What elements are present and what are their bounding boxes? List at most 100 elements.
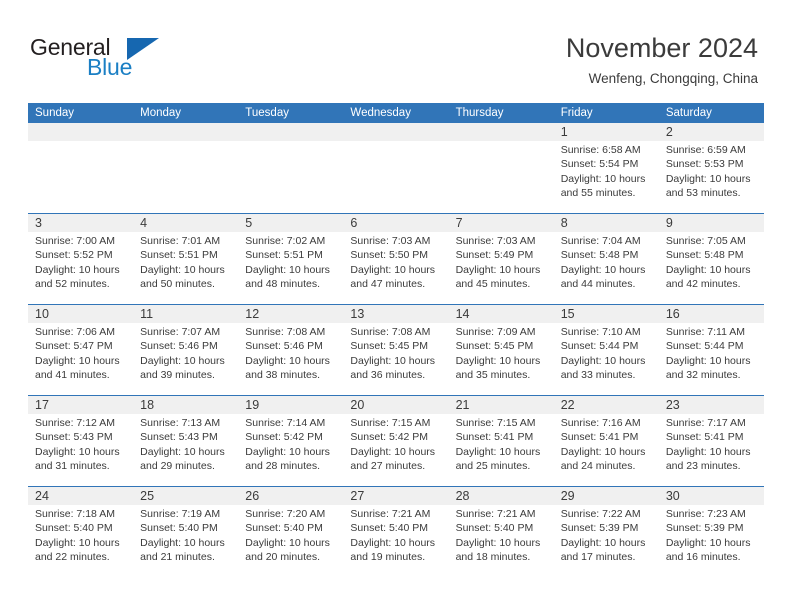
day-number: 18 [140, 398, 155, 412]
day-cell[interactable]: 21 Sunrise: 7:15 AM Sunset: 5:41 PM Dayligh… [449, 396, 554, 486]
sunset-text: Sunset: 5:45 PM [455, 340, 534, 353]
day-cell[interactable]: 3 Sunrise: 7:00 AM Sunset: 5:52 PM Daylight… [28, 214, 133, 304]
week-cells: 24 Sunrise: 7:18 AM Sunset: 5:40 PM Dayligh… [28, 487, 764, 577]
general-blue-logo[interactable]: General Blue [30, 34, 210, 86]
daylight-text-line2: and 36 minutes. [350, 369, 426, 382]
day-cell[interactable]: 12 Sunrise: 7:08 AM Sunset: 5:46 PM Dayligh… [238, 305, 343, 395]
day-cell[interactable]: 25 Sunrise: 7:19 AM Sunset: 5:40 PM Dayligh… [133, 487, 238, 577]
day-cell[interactable]: 23 Sunrise: 7:17 AM Sunset: 5:41 PM Dayligh… [659, 396, 764, 486]
sunrise-text: Sunrise: 7:20 AM [245, 508, 326, 520]
day-cell[interactable]: 20 Sunrise: 7:15 AM Sunset: 5:42 PM Dayligh… [343, 396, 448, 486]
sunrise-text: Sunrise: 6:58 AM [560, 144, 641, 156]
day-number: 19 [245, 398, 260, 412]
day-cell[interactable]: 26 Sunrise: 7:20 AM Sunset: 5:40 PM Dayligh… [238, 487, 343, 577]
calendar-weeks: 1 Sunrise: 6:58 AM Sunset: 5:54 PM Daylight… [28, 123, 764, 577]
day-number: 3 [35, 216, 42, 230]
day-number: 27 [350, 489, 365, 503]
weekday-header-wednesday: Wednesday [350, 107, 411, 119]
day-details: Sunrise: 6:58 AM Sunset: 5:54 PM Daylight:… [561, 143, 655, 201]
day-cell[interactable]: 30 Sunrise: 7:23 AM Sunset: 5:39 PM Dayligh… [659, 487, 764, 577]
sunset-text: Sunset: 5:48 PM [560, 249, 639, 262]
day-cell[interactable]: 18 Sunrise: 7:13 AM Sunset: 5:43 PM Dayligh… [133, 396, 238, 486]
day-number: 26 [245, 489, 260, 503]
sunrise-text: Sunrise: 7:09 AM [455, 326, 536, 338]
daylight-text-line2: and 18 minutes. [455, 551, 531, 564]
daylight-text-line1: Daylight: 10 hours [350, 536, 436, 549]
daylight-text-line1: Daylight: 10 hours [35, 263, 120, 276]
sunrise-text: Sunrise: 7:11 AM [665, 326, 746, 338]
day-number: 13 [350, 307, 365, 321]
day-details: Sunrise: 7:03 AM Sunset: 5:49 PM Daylight:… [456, 234, 550, 292]
sunrise-text: Sunrise: 7:15 AM [455, 417, 536, 429]
day-number: 12 [245, 307, 260, 321]
sunrise-text: Sunrise: 7:08 AM [245, 326, 326, 338]
daylight-text-line1: Daylight: 10 hours [245, 536, 330, 549]
day-number: 6 [350, 216, 358, 230]
day-cell[interactable]: 6 Sunrise: 7:03 AM Sunset: 5:50 PM Daylight… [343, 214, 448, 304]
daylight-text-line2: and 55 minutes. [560, 187, 636, 200]
day-details: Sunrise: 7:08 AM Sunset: 5:45 PM Daylight:… [350, 325, 444, 383]
day-cell[interactable]: 11 Sunrise: 7:07 AM Sunset: 5:46 PM Dayligh… [133, 305, 238, 395]
day-cell[interactable]: 24 Sunrise: 7:18 AM Sunset: 5:40 PM Dayligh… [28, 487, 133, 577]
sunset-text: Sunset: 5:42 PM [245, 431, 323, 444]
day-cell[interactable]: 10 Sunrise: 7:06 AM Sunset: 5:47 PM Dayligh… [28, 305, 133, 395]
day-cell[interactable]: 16 Sunrise: 7:11 AM Sunset: 5:44 PM Dayligh… [659, 305, 764, 395]
day-cell[interactable]: 4 Sunrise: 7:01 AM Sunset: 5:51 PM Daylight… [133, 214, 238, 304]
sunset-text: Sunset: 5:40 PM [350, 522, 429, 535]
daylight-text-line2: and 22 minutes. [35, 551, 110, 564]
daylight-text-line1: Daylight: 10 hours [455, 354, 541, 367]
calendar-week-row: 1 Sunrise: 6:58 AM Sunset: 5:54 PM Daylight… [28, 123, 764, 213]
sunrise-text: Sunrise: 7:00 AM [35, 235, 115, 247]
day-details: Sunrise: 7:10 AM Sunset: 5:44 PM Daylight:… [561, 325, 655, 383]
calendar-week-row: 10 Sunrise: 7:06 AM Sunset: 5:47 PM Dayligh… [28, 304, 764, 395]
week-cells: 10 Sunrise: 7:06 AM Sunset: 5:47 PM Dayligh… [28, 305, 764, 395]
sunrise-text: Sunrise: 7:02 AM [245, 235, 326, 247]
calendar-grid: Sunday Monday Tuesday Wednesday Thursday… [28, 103, 764, 577]
daylight-text-line2: and 23 minutes. [665, 460, 741, 473]
day-cell[interactable]: 13 Sunrise: 7:08 AM Sunset: 5:45 PM Dayligh… [343, 305, 448, 395]
daylight-text-line1: Daylight: 10 hours [560, 445, 646, 458]
sunset-text: Sunset: 5:52 PM [35, 249, 113, 262]
day-cell[interactable]: 5 Sunrise: 7:02 AM Sunset: 5:51 PM Daylight… [238, 214, 343, 304]
daylight-text-line1: Daylight: 10 hours [245, 354, 330, 367]
day-number: 17 [35, 398, 49, 412]
day-cell[interactable]: 9 Sunrise: 7:05 AM Sunset: 5:48 PM Daylight… [659, 214, 764, 304]
sunrise-text: Sunrise: 7:01 AM [140, 235, 221, 247]
sunrise-text: Sunrise: 7:06 AM [35, 326, 115, 338]
day-cell[interactable]: 28 Sunrise: 7:21 AM Sunset: 5:40 PM Dayligh… [449, 487, 554, 577]
sunset-text: Sunset: 5:46 PM [245, 340, 323, 353]
day-cell[interactable]: 22 Sunrise: 7:16 AM Sunset: 5:41 PM Dayligh… [554, 396, 659, 486]
day-number: 28 [455, 489, 470, 503]
day-cell[interactable]: 8 Sunrise: 7:04 AM Sunset: 5:48 PM Daylight… [554, 214, 659, 304]
daylight-text-line1: Daylight: 10 hours [455, 536, 541, 549]
sunrise-text: Sunrise: 7:13 AM [140, 417, 221, 429]
day-number: 23 [665, 398, 680, 412]
sunrise-text: Sunrise: 7:23 AM [665, 508, 746, 520]
day-details: Sunrise: 7:23 AM Sunset: 5:39 PM Daylight:… [666, 507, 760, 565]
day-cell[interactable]: 17 Sunrise: 7:12 AM Sunset: 5:43 PM Dayligh… [28, 396, 133, 486]
day-details: Sunrise: 7:07 AM Sunset: 5:46 PM Daylight:… [140, 325, 234, 383]
sunset-text: Sunset: 5:41 PM [665, 431, 744, 444]
daylight-text-line2: and 31 minutes. [35, 460, 110, 473]
day-cell[interactable]: 27 Sunrise: 7:21 AM Sunset: 5:40 PM Dayligh… [343, 487, 448, 577]
sunrise-text: Sunrise: 7:15 AM [350, 417, 431, 429]
day-cell[interactable]: 19 Sunrise: 7:14 AM Sunset: 5:42 PM Dayligh… [238, 396, 343, 486]
daylight-text-line2: and 45 minutes. [455, 278, 531, 291]
daylight-text-line2: and 16 minutes. [665, 551, 741, 564]
day-cell[interactable]: 15 Sunrise: 7:10 AM Sunset: 5:44 PM Dayligh… [554, 305, 659, 395]
day-cell[interactable]: 2 Sunrise: 6:59 AM Sunset: 5:53 PM Daylight… [659, 123, 764, 213]
daylight-text-line1: Daylight: 10 hours [350, 445, 436, 458]
sunset-text: Sunset: 5:51 PM [245, 249, 323, 262]
daylight-text-line1: Daylight: 10 hours [350, 354, 436, 367]
daylight-text-line2: and 38 minutes. [245, 369, 320, 382]
day-cell-empty [238, 123, 343, 213]
sunset-text: Sunset: 5:45 PM [350, 340, 429, 353]
day-cell[interactable]: 29 Sunrise: 7:22 AM Sunset: 5:39 PM Dayligh… [554, 487, 659, 577]
daylight-text-line1: Daylight: 10 hours [140, 354, 225, 367]
day-cell[interactable]: 14 Sunrise: 7:09 AM Sunset: 5:45 PM Dayligh… [449, 305, 554, 395]
weekday-header-monday: Monday [140, 107, 182, 119]
day-cell[interactable]: 1 Sunrise: 6:58 AM Sunset: 5:54 PM Daylight… [554, 123, 659, 213]
day-cell[interactable]: 7 Sunrise: 7:03 AM Sunset: 5:49 PM Daylight… [449, 214, 554, 304]
daylight-text-line2: and 42 minutes. [665, 278, 741, 291]
week-cells: 17 Sunrise: 7:12 AM Sunset: 5:43 PM Dayligh… [28, 396, 764, 486]
